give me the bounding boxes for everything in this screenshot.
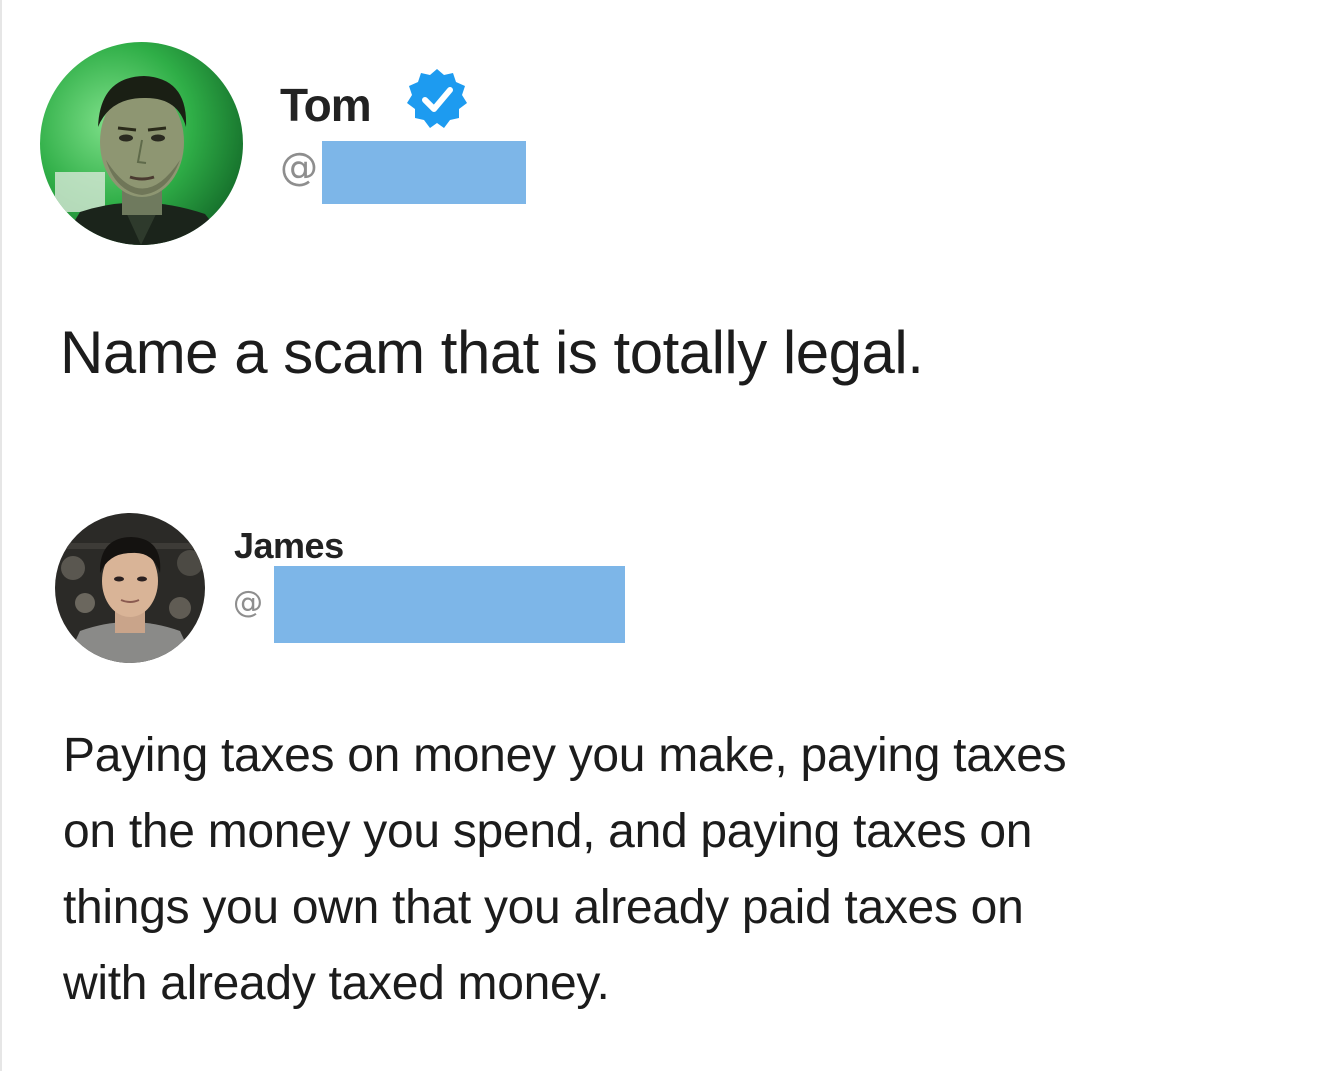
- tom-handle-redaction: [322, 141, 526, 204]
- screenshot-page: Tom @ Name a scam that is totally legal.: [0, 0, 1337, 1071]
- tweet-text: Name a scam that is totally legal.: [60, 319, 924, 386]
- tom-display-name[interactable]: Tom: [280, 78, 372, 132]
- james-profile-photo: [55, 513, 205, 663]
- verified-check-icon: [404, 66, 470, 132]
- tom-handle-prefix: @: [280, 145, 318, 189]
- james-display-name[interactable]: James: [234, 525, 344, 567]
- border-line: [0, 0, 2, 1071]
- reply-text: Paying taxes on money you make, paying t…: [63, 718, 1323, 1022]
- james-avatar[interactable]: [55, 513, 205, 663]
- tom-profile-photo: [40, 42, 243, 245]
- reply-text-line: things you own that you already paid tax…: [63, 881, 1024, 934]
- reply-text-line: with already taxed money.: [63, 957, 610, 1010]
- reply-text-line: Paying taxes on money you make, paying t…: [63, 729, 1067, 782]
- james-handle-redaction: [274, 566, 625, 643]
- james-handle-prefix: @: [233, 585, 263, 620]
- tom-avatar[interactable]: [40, 42, 243, 245]
- reply-text-line: on the money you spend, and paying taxes…: [63, 805, 1033, 858]
